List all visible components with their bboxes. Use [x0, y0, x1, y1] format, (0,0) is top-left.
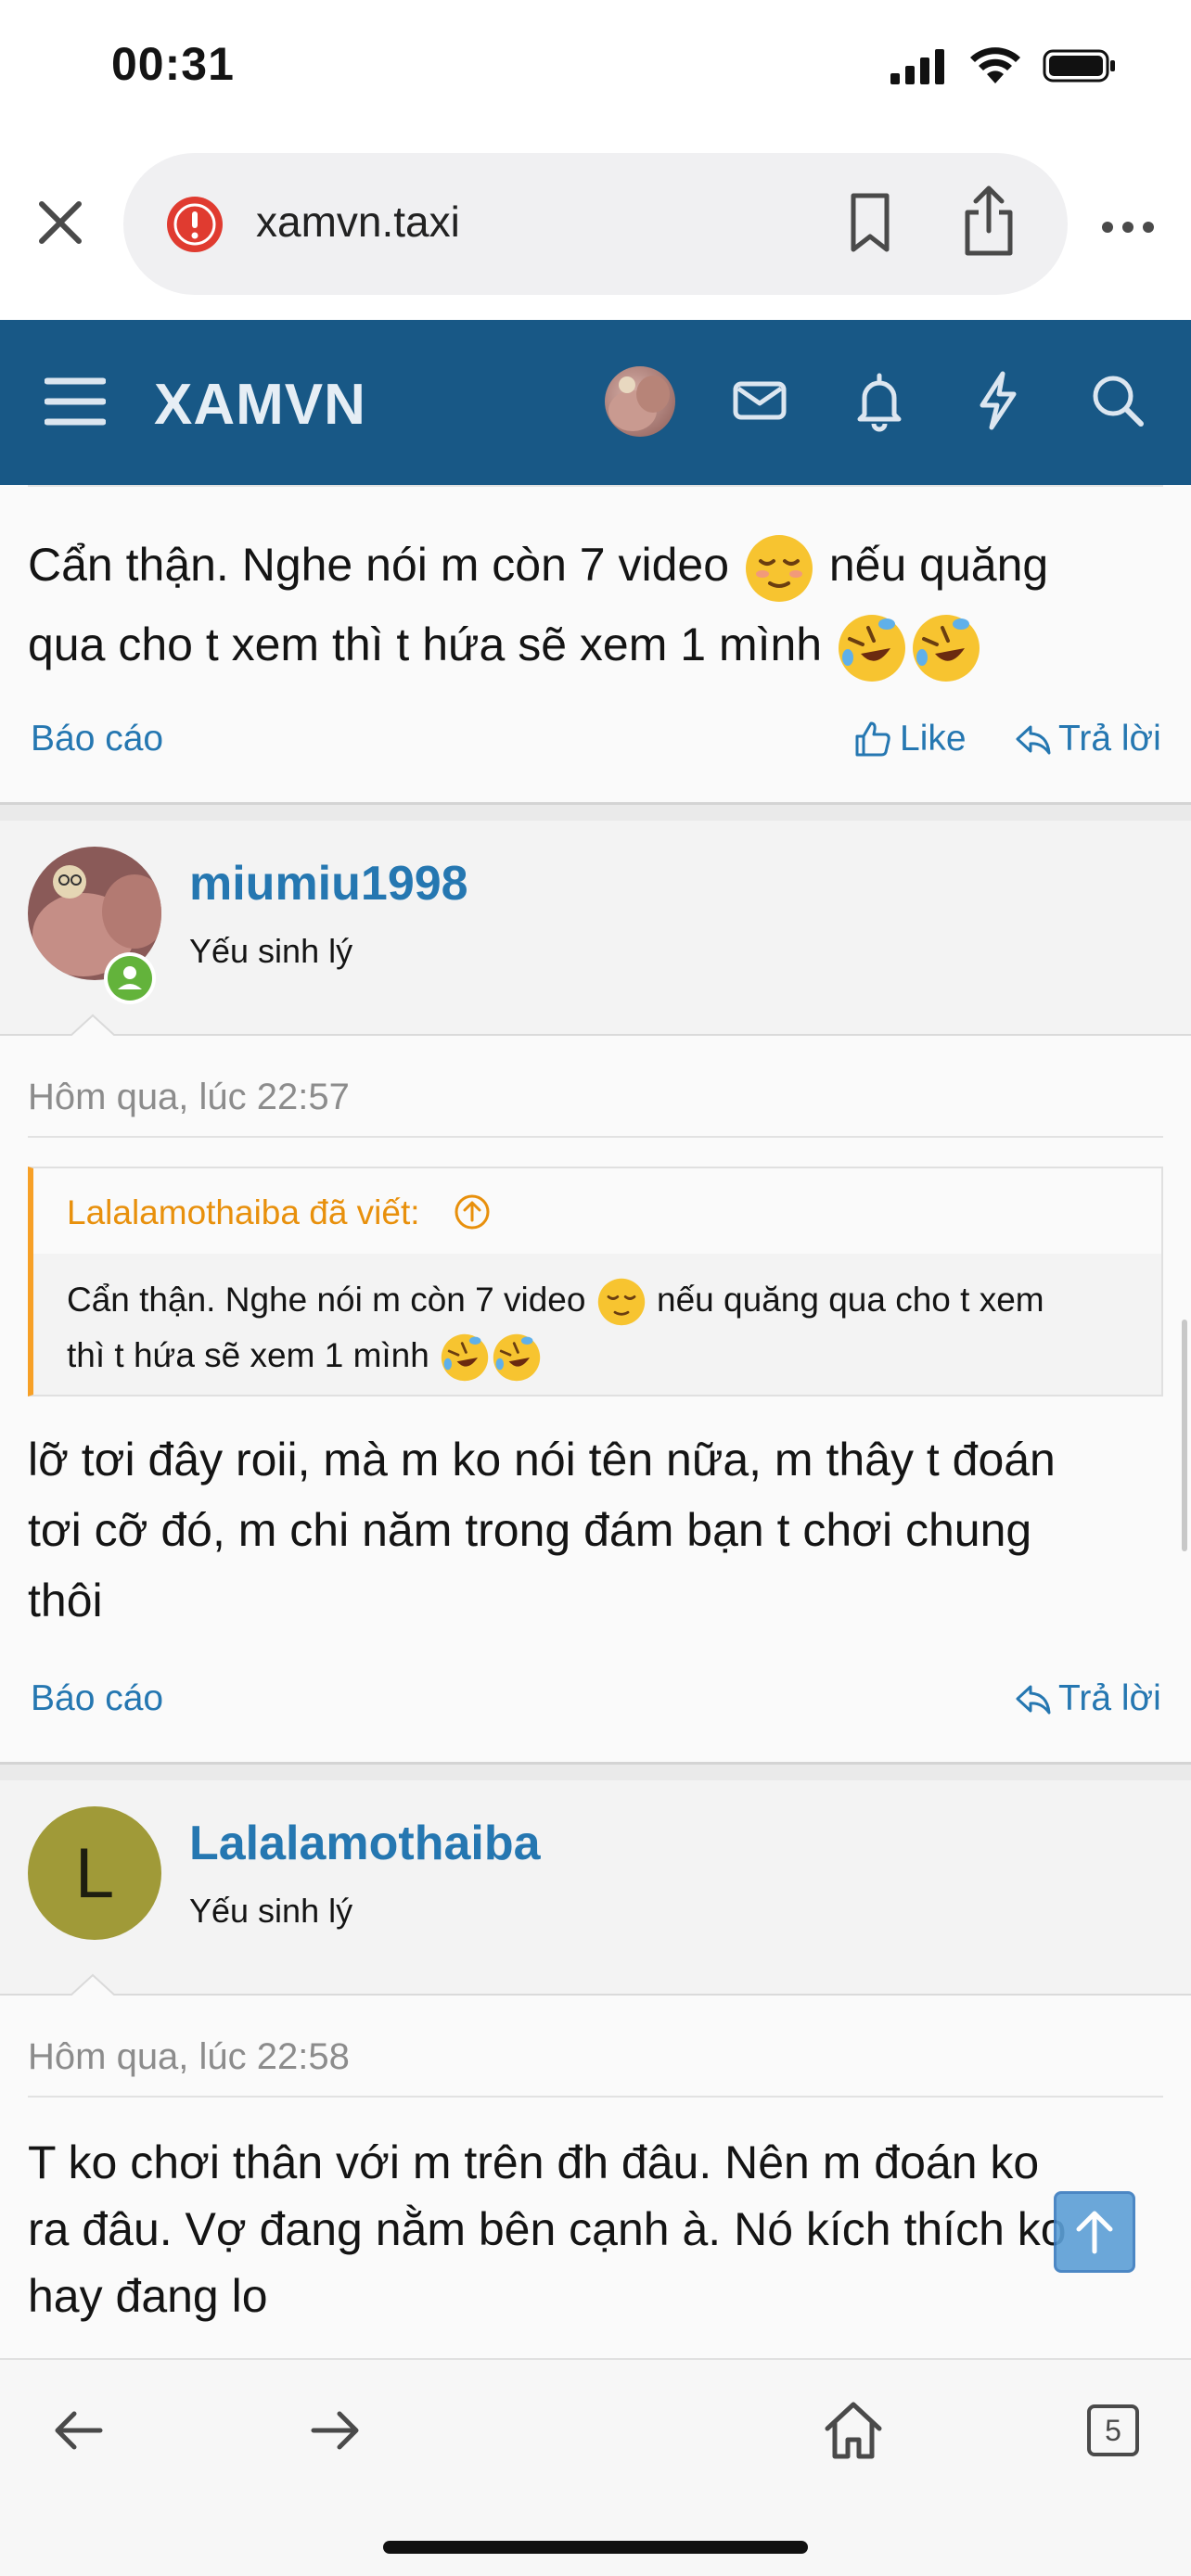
arrow-up-icon: [1076, 2211, 1113, 2254]
scrollbar[interactable]: [1182, 1320, 1187, 1551]
message-pointer: [70, 1973, 115, 1996]
rofl-emoji-icon: [493, 1334, 541, 1382]
post-date[interactable]: Hôm qua, lúc 22:58: [28, 2036, 350, 2078]
url-text[interactable]: xamvn.taxi: [256, 197, 460, 247]
bookmark-icon[interactable]: [842, 190, 898, 255]
report-link[interactable]: Báo cáo: [31, 719, 163, 759]
user-title: Yếu sinh lý: [189, 932, 353, 970]
account-avatar[interactable]: [605, 366, 675, 437]
relieved-face-emoji-icon: [745, 534, 813, 602]
post-text-line: hay đang lo: [28, 2270, 268, 2322]
relieved-face-emoji-icon: [597, 1279, 645, 1326]
thread-content: Cẩn thận. Nghe nói m còn 7 video nếu quă…: [0, 485, 1191, 2358]
bell-icon[interactable]: [847, 368, 912, 433]
like-label[interactable]: Like: [900, 719, 967, 759]
back-arrow-icon[interactable]: [45, 2397, 111, 2464]
cellular-signal-icon: [890, 49, 944, 84]
rofl-emoji-icon: [839, 614, 906, 682]
avatar-letter: L: [74, 1833, 115, 1913]
battery-icon: [1043, 49, 1115, 83]
quote-text-line: nếu quăng qua cho t xem: [657, 1281, 1044, 1319]
post-text-line: tơi cỡ đó, m chi năm trong đám bạn t chơ…: [28, 1504, 1032, 1556]
search-icon[interactable]: [1085, 368, 1150, 433]
post-author-block: L Lalalamothaiba Yếu sinh lý: [0, 1780, 1191, 1996]
address-bar[interactable]: xamvn.taxi: [123, 153, 1068, 295]
share-icon[interactable]: [958, 185, 1019, 257]
browser-bottom-toolbar: 5: [0, 2358, 1191, 2576]
status-icons: [890, 46, 1117, 85]
more-options-icon[interactable]: [1100, 213, 1156, 241]
site-logo[interactable]: XAMVN: [154, 372, 366, 438]
status-bar: 00:31: [0, 0, 1191, 139]
status-time: 00:31: [111, 38, 235, 90]
quote-body: Cẩn thận. Nghe nói m còn 7 video nếu quă…: [67, 1272, 1143, 1384]
reply-button[interactable]: Trả lời: [1014, 1678, 1161, 1719]
quote-block: Lalalamothaiba đã viết: Cẩn thận. Nghe n…: [28, 1167, 1163, 1396]
like-button[interactable]: Like: [853, 719, 967, 759]
message-pointer: [70, 1014, 115, 1036]
rofl-emoji-icon: [913, 614, 980, 682]
post-date[interactable]: Hôm qua, lúc 22:57: [28, 1077, 350, 1118]
report-link[interactable]: Báo cáo: [31, 1678, 163, 1719]
post-text-line: ra đâu. Vợ đang nằm bên cạnh à. Nó kích …: [28, 2203, 1067, 2255]
quote-author[interactable]: Lalalamothaiba đã viết:: [67, 1193, 420, 1232]
divider: [28, 485, 1163, 487]
post-author-block: miumiu1998 Yếu sinh lý: [0, 821, 1191, 1036]
quote-text-line: thì t hứa sẽ xem 1 mình: [67, 1336, 429, 1375]
tabs-button[interactable]: 5: [1080, 2397, 1146, 2464]
wifi-icon: [970, 47, 1020, 83]
username[interactable]: miumiu1998: [189, 856, 468, 912]
divider: [28, 2096, 1163, 2098]
tab-count[interactable]: 5: [1087, 2404, 1139, 2456]
post-separator: [0, 802, 1191, 821]
post-separator: [0, 1762, 1191, 1780]
post-text-line: lỡ tơi đây roii, mà m ko nói tên nữa, m …: [28, 1434, 1056, 1486]
user-title: Yếu sinh lý: [189, 1892, 353, 1930]
menu-icon[interactable]: [45, 374, 106, 429]
user-avatar[interactable]: L: [28, 1806, 161, 1940]
reply-icon: [1016, 1685, 1051, 1715]
bolt-icon[interactable]: [966, 368, 1031, 433]
post-text-line: qua cho t xem thì t hứa sẽ xem 1 mình: [28, 618, 823, 670]
home-icon[interactable]: [820, 2397, 887, 2464]
thumbs-up-icon: [855, 721, 890, 757]
username[interactable]: Lalalamothaiba: [189, 1816, 541, 1871]
home-indicator: [383, 2541, 808, 2554]
forward-arrow-icon[interactable]: [302, 2397, 369, 2464]
post-body: Cẩn thận. Nghe nói m còn 7 video nếu quă…: [28, 526, 1169, 685]
reply-button[interactable]: Trả lời: [1014, 719, 1161, 759]
post-text-line: T ko chơi thân với m trên đh đâu. Nên m …: [28, 2136, 1040, 2188]
post-text-line: nếu quăng: [828, 539, 1049, 591]
reply-label[interactable]: Trả lời: [1058, 719, 1161, 759]
reply-icon: [1016, 725, 1051, 755]
inbox-icon[interactable]: [727, 368, 792, 433]
post-body: lỡ tơi đây roii, mà m ko nói tên nữa, m …: [28, 1424, 1178, 1636]
quote-text-line: Cẩn thận. Nghe nói m còn 7 video: [67, 1281, 586, 1319]
browser-toolbar: xamvn.taxi: [0, 139, 1191, 320]
site-header: XAMVN: [0, 320, 1191, 485]
rofl-emoji-icon: [441, 1334, 489, 1382]
online-status-icon: [104, 952, 156, 1004]
reply-label[interactable]: Trả lời: [1058, 1678, 1161, 1719]
divider: [28, 1136, 1163, 1138]
post-text-line: thôi: [28, 1575, 103, 1626]
quote-header[interactable]: Lalalamothaiba đã viết:: [33, 1168, 1161, 1254]
arrow-up-circle-icon[interactable]: [453, 1192, 492, 1231]
security-warning-icon[interactable]: [165, 195, 224, 254]
post-text-line: Cẩn thận. Nghe nói m còn 7 video: [28, 539, 730, 591]
post-body: T ko chơi thân với m trên đh đâu. Nên m …: [28, 2129, 1178, 2329]
close-icon[interactable]: [32, 195, 88, 250]
scroll-to-top-button[interactable]: [1054, 2191, 1135, 2273]
